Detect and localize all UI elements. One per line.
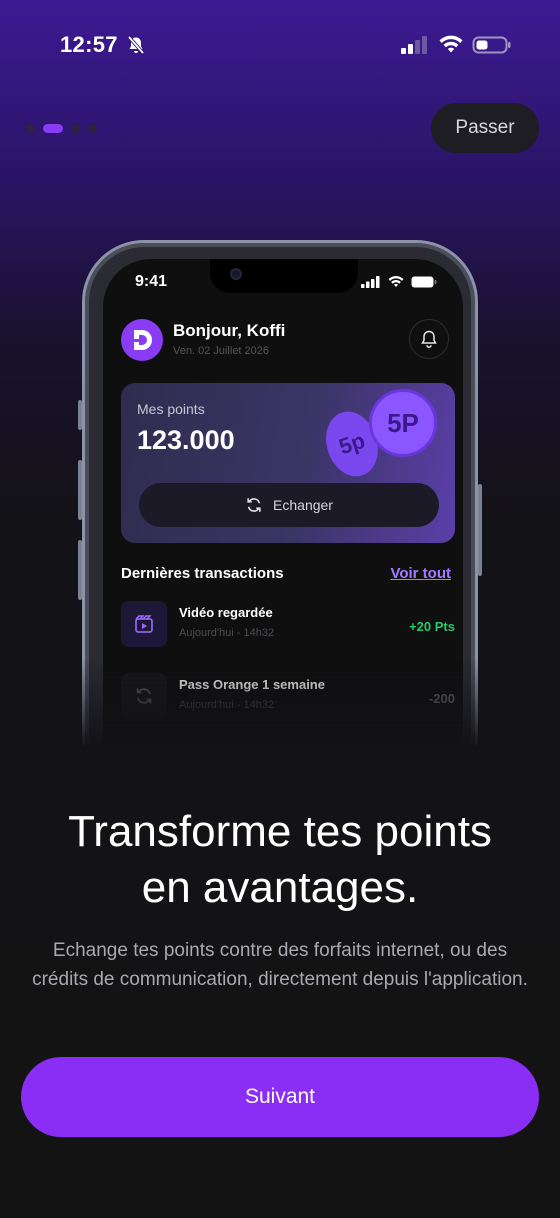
exchange-label: Echanger: [273, 497, 333, 513]
phone-screen: 9:41 Bonjour, Koffi Ven. 02 Juillet 2026…: [103, 259, 463, 758]
page-dot-2-active: [43, 124, 63, 133]
battery-icon: [472, 36, 511, 54]
refresh-icon: [247, 498, 261, 512]
points-card: Mes points 123.000 5p 5P Echanger: [121, 383, 455, 543]
battery-icon: [411, 276, 437, 287]
wifi-icon: [388, 276, 404, 288]
phone-side-button: [478, 484, 482, 576]
transactions-title: Dernières transactions: [121, 565, 284, 582]
onboarding-description: Echange tes points contre des forfaits i…: [32, 940, 528, 990]
avatar[interactable]: [121, 319, 163, 361]
phone-frame: 9:41 Bonjour, Koffi Ven. 02 Juillet 2026…: [82, 240, 478, 758]
onboarding-headline: Transforme tes points en avantages.: [0, 804, 560, 916]
transaction-name: Pass Orange 1 semaine: [179, 677, 325, 692]
points-label: Mes points: [137, 401, 205, 417]
page-dot-4: [88, 124, 97, 133]
page-dot-1: [26, 124, 35, 133]
headline-line: Transforme tes points: [68, 807, 492, 856]
transaction-row[interactable]: Vidéo regardée Aujourd'hui - 14h32 +20 P…: [121, 601, 455, 651]
mock-status-icons: [361, 275, 437, 288]
points-value: 123.000: [137, 425, 235, 455]
next-button[interactable]: Suivant: [21, 1057, 539, 1137]
transaction-time: Aujourd'hui - 14h32: [179, 699, 275, 711]
coin-icon: 5P: [369, 389, 437, 457]
bell-off-icon: [127, 35, 145, 55]
signal-icon: [361, 275, 380, 288]
greeting-text: Bonjour, Koffi: [173, 321, 286, 340]
page-indicator: [26, 124, 97, 133]
signal-icon: [401, 36, 427, 54]
bell-icon: [421, 330, 437, 348]
video-icon: [121, 601, 167, 647]
camera-icon: [230, 268, 242, 280]
app-logo-icon: [132, 330, 152, 350]
headline-line: en avantages.: [141, 863, 419, 912]
see-all-link[interactable]: Voir tout: [390, 565, 451, 582]
transaction-amount: +20 Pts: [409, 619, 455, 634]
page-dot-3: [71, 124, 80, 133]
skip-button[interactable]: Passer: [431, 103, 539, 153]
notifications-button[interactable]: [409, 319, 449, 359]
phone-notch: [210, 259, 358, 293]
date-text: Ven. 02 Juillet 2026: [173, 345, 270, 357]
exchange-button[interactable]: Echanger: [139, 483, 439, 527]
mock-status-time: 9:41: [135, 273, 168, 290]
phone-illustration: 9:41 Bonjour, Koffi Ven. 02 Juillet 2026…: [78, 238, 482, 758]
transaction-row[interactable]: Pass Orange 1 semaine Aujourd'hui - 14h3…: [121, 673, 455, 723]
transaction-amount: -200: [428, 691, 455, 706]
transaction-name: Vidéo regardée: [179, 605, 273, 620]
status-time: 12:57: [60, 32, 118, 57]
transaction-time: Aujourd'hui - 14h32: [179, 627, 275, 639]
refresh-icon: [121, 673, 167, 719]
status-bar: 12:57: [0, 28, 560, 64]
wifi-icon: [439, 35, 463, 53]
